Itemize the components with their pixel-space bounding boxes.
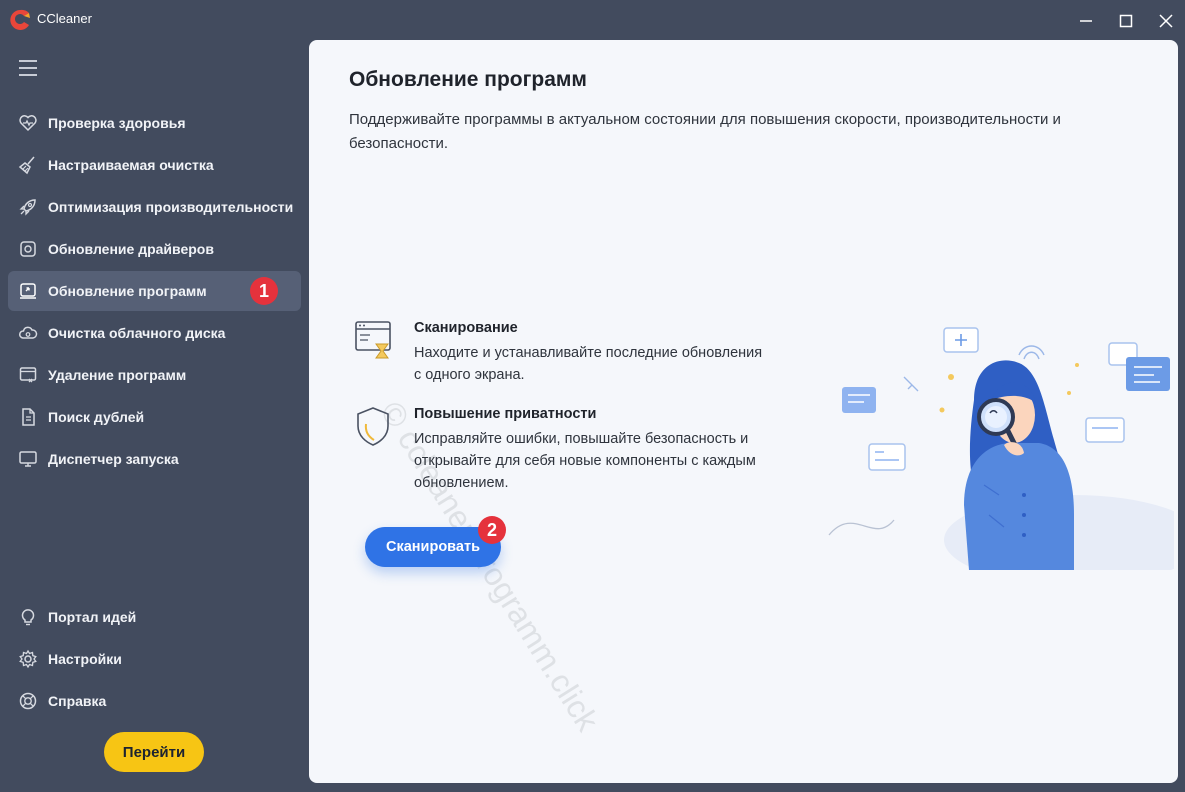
feature-privacy: Повышение приватности Исправляйте ошибки…: [349, 406, 769, 496]
help-icon: [19, 692, 37, 710]
monitor-icon: [19, 451, 37, 467]
sidebar-item-uninstall[interactable]: Удаление программ: [8, 355, 301, 395]
sidebar-item-label: Настройки: [48, 651, 122, 667]
sidebar-item-label: Оптимизация производительности: [48, 199, 294, 215]
rocket-icon: [19, 199, 36, 216]
driver-gear-icon: [20, 241, 36, 257]
step-badge-1: 1: [250, 277, 278, 305]
menu-toggle-button[interactable]: [15, 56, 41, 80]
hamburger-line: [19, 74, 37, 76]
title-bar: CCleaner: [0, 0, 1185, 40]
sidebar-item-label: Справка: [48, 693, 107, 709]
feature-scan: Сканирование Находите и устанавливайте п…: [349, 320, 769, 390]
sidebar-item-performance[interactable]: Оптимизация производительности: [8, 187, 301, 227]
feature-privacy-text: Исправляйте ошибки, повышайте безопаснос…: [414, 431, 756, 491]
person-magnifier-illustration: [828, 327, 1174, 570]
gear-icon: [19, 649, 37, 669]
step-badge-2: 2: [478, 516, 506, 544]
app-title: CCleaner: [37, 11, 92, 26]
sidebar-item-cloud-clean[interactable]: Очистка облачного диска: [8, 313, 301, 353]
cloud-icon: [19, 326, 38, 339]
shield-icon: [357, 407, 389, 446]
page-title: Обновление программ: [349, 68, 587, 91]
sidebar-item-label: Диспетчер запуска: [48, 451, 179, 467]
sidebar-item-custom-clean[interactable]: Настраиваемая очистка: [8, 145, 301, 185]
feature-privacy-title: Повышение приватности: [414, 406, 597, 422]
sidebar-item-health-check[interactable]: Проверка здоровья: [8, 103, 301, 143]
close-button[interactable]: [1153, 8, 1179, 34]
sidebar-item-startup-manager[interactable]: Диспетчер запуска: [8, 439, 301, 479]
minimize-icon: [1080, 20, 1092, 22]
minimize-button[interactable]: [1073, 8, 1099, 34]
sidebar-item-label: Обновление программ: [48, 283, 207, 299]
sidebar-item-label: Настраиваемая очистка: [48, 157, 214, 173]
maximize-icon: [1119, 14, 1133, 28]
scan-window-icon: [355, 321, 391, 359]
sidebar-item-label: Обновление драйверов: [48, 241, 214, 257]
sidebar-item-label: Проверка здоровья: [48, 115, 186, 131]
ccleaner-logo-icon: [10, 9, 30, 30]
hamburger-line: [19, 67, 37, 69]
sidebar-item-duplicate-finder[interactable]: Поиск дублей: [8, 397, 301, 437]
duplicate-file-icon: [22, 408, 35, 426]
feature-scan-text: Находите и устанавливайте последние обно…: [414, 345, 763, 383]
heart-icon: [19, 115, 37, 132]
sidebar-item-driver-update[interactable]: Обновление драйверов: [8, 229, 301, 269]
feature-scan-title: Сканирование: [414, 320, 518, 336]
sidebar-item-settings[interactable]: Настройки: [8, 639, 301, 679]
go-button[interactable]: Перейти: [104, 732, 204, 772]
sidebar-item-label: Очистка облачного диска: [48, 325, 226, 341]
software-update-icon: [20, 283, 36, 299]
sidebar-item-label: Удаление программ: [48, 367, 187, 383]
lightbulb-icon: [21, 609, 35, 626]
sidebar-item-label: Портал идей: [48, 609, 137, 625]
maximize-button[interactable]: [1113, 8, 1139, 34]
broom-icon: [18, 156, 35, 175]
main-panel: Обновление программ Поддерживайте програ…: [309, 40, 1178, 783]
sidebar-item-idea-portal[interactable]: Портал идей: [8, 597, 301, 637]
close-icon: [1159, 14, 1173, 28]
page-description: Поддерживайте программы в актуальном сос…: [349, 111, 1061, 152]
uninstall-icon: [19, 367, 37, 383]
hamburger-line: [19, 60, 37, 62]
sidebar-item-software-update[interactable]: Обновление программ 1: [8, 271, 301, 311]
sidebar-item-label: Поиск дублей: [48, 409, 145, 425]
sidebar-item-help[interactable]: Справка: [8, 681, 301, 721]
